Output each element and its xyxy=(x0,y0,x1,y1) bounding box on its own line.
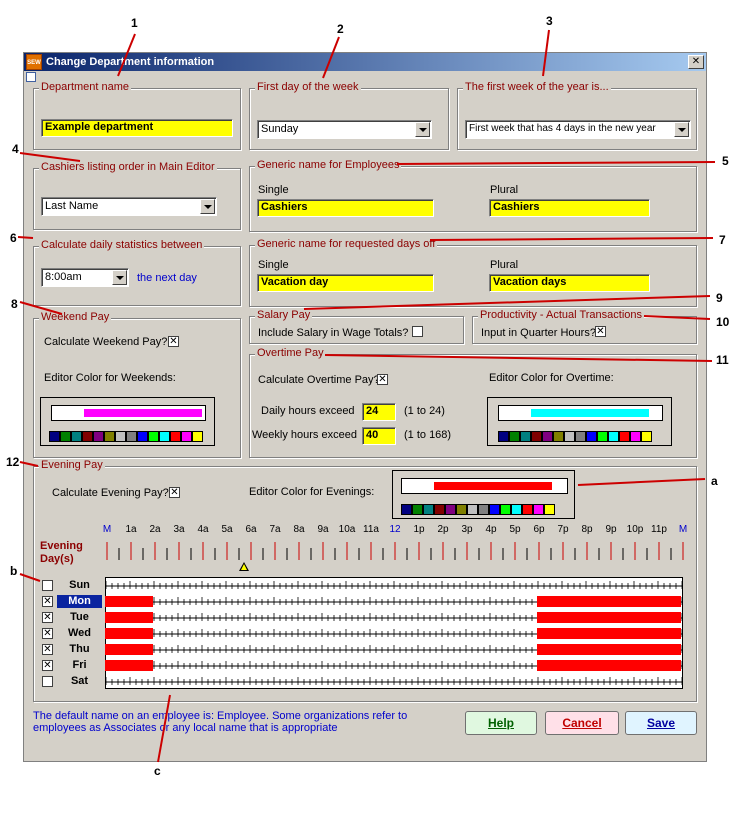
callout-lines xyxy=(17,29,716,763)
callout-line-7 xyxy=(429,237,714,241)
callout-line-12 xyxy=(19,461,39,467)
callout-line-3 xyxy=(542,29,550,77)
callout-line-8 xyxy=(19,301,63,315)
callout-line-9 xyxy=(303,295,711,310)
callout-line-c xyxy=(157,694,171,763)
callout-line-11 xyxy=(324,354,713,362)
callout-line-10 xyxy=(643,315,711,320)
callout-line-b xyxy=(19,573,41,582)
callout-line-6 xyxy=(17,236,34,239)
callout-line-a xyxy=(577,478,706,486)
callout-line-5 xyxy=(396,161,716,165)
callout-line-2 xyxy=(322,36,340,79)
callout-line-1 xyxy=(117,33,136,77)
callout-line-4 xyxy=(19,152,81,162)
